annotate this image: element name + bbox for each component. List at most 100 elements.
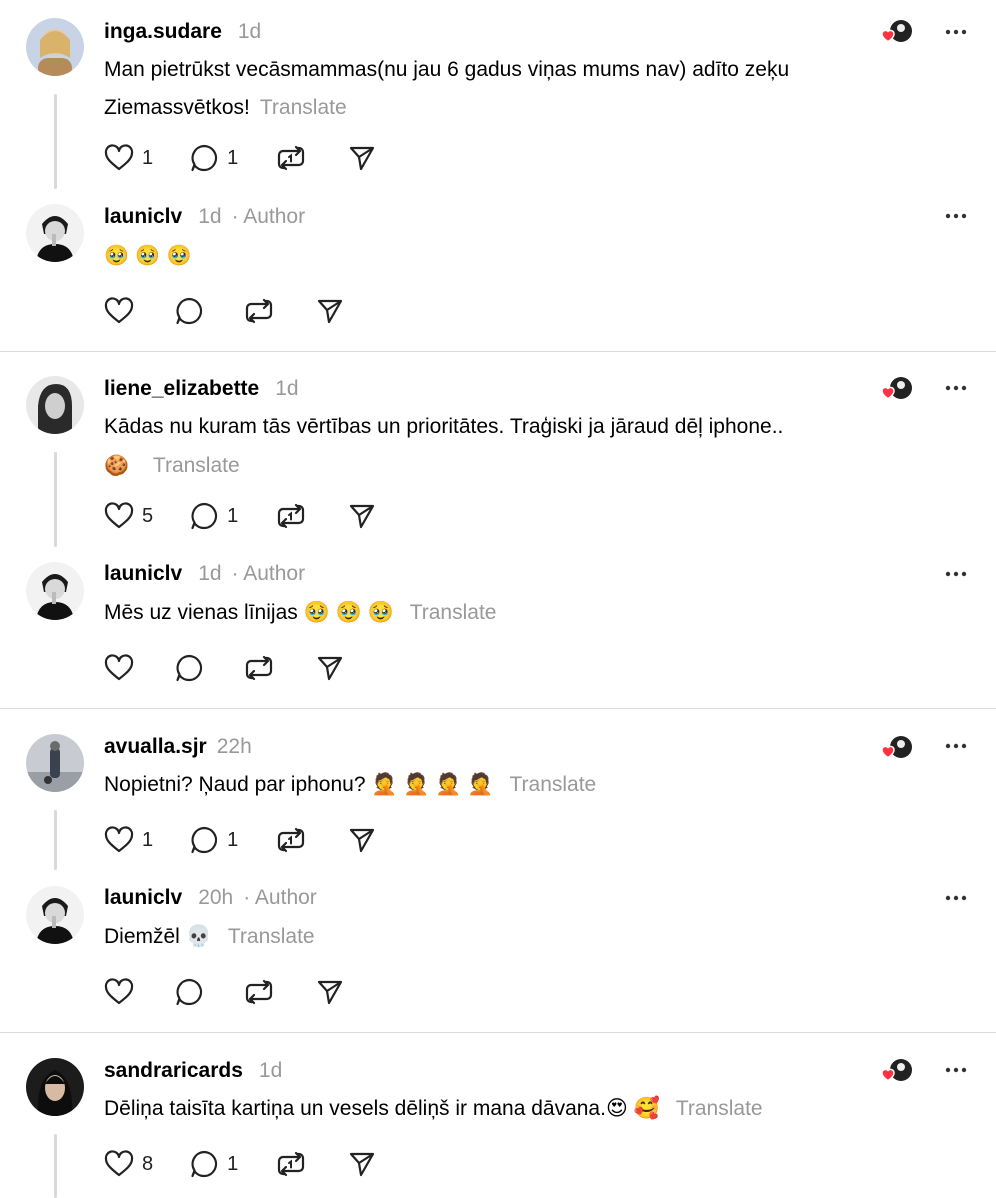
post-text-line: Dēliņa taisīta kartiņa un vesels dēliņš … <box>104 1097 660 1120</box>
share-button[interactable] <box>316 977 344 1007</box>
avatar[interactable] <box>26 562 84 620</box>
repost-button[interactable] <box>244 653 274 683</box>
repost-icon <box>245 298 273 324</box>
more-icon[interactable] <box>944 1058 968 1082</box>
reply-button[interactable]: 1 <box>189 1149 238 1179</box>
translate-link[interactable]: Translate <box>410 601 497 624</box>
repost-button[interactable] <box>276 1149 306 1179</box>
username[interactable]: liene_elizabette <box>104 377 259 401</box>
repost-button[interactable] <box>276 501 306 531</box>
post-text-line: 🍪 <box>104 453 129 477</box>
more-icon[interactable] <box>944 562 968 586</box>
author-badge: · Author <box>231 562 306 585</box>
thread-line <box>54 452 57 547</box>
avatar[interactable] <box>26 18 84 76</box>
reply-button[interactable] <box>174 296 204 326</box>
share-button[interactable] <box>316 296 344 326</box>
author-badge: · Author <box>231 205 306 228</box>
share-button[interactable] <box>348 1149 376 1179</box>
repost-button[interactable] <box>276 143 306 173</box>
share-button[interactable] <box>348 143 376 173</box>
divider <box>0 708 996 709</box>
more-icon[interactable] <box>944 734 968 758</box>
like-count: 8 <box>142 1152 154 1175</box>
translate-link[interactable]: Translate <box>676 1097 763 1120</box>
more-icon[interactable] <box>944 886 968 910</box>
username[interactable]: launiclv <box>104 886 182 910</box>
reply-button[interactable]: 1 <box>189 501 238 531</box>
heart-icon <box>104 1150 134 1177</box>
reply-count: 1 <box>227 504 239 527</box>
post-text: Dēliņa taisīta kartiņa un vesels dēliņš … <box>104 1090 904 1128</box>
timestamp[interactable]: 1d <box>198 562 221 586</box>
repost-button[interactable] <box>276 825 306 855</box>
repost-icon <box>245 979 273 1005</box>
like-button[interactable] <box>104 653 134 683</box>
more-icon[interactable] <box>944 376 968 400</box>
translate-link[interactable]: Translate <box>509 773 596 796</box>
avatar[interactable] <box>26 886 84 944</box>
send-icon <box>350 1152 375 1177</box>
timestamp[interactable]: 1d <box>275 377 298 401</box>
username[interactable]: avualla.sjr <box>104 735 207 759</box>
timestamp[interactable]: 1d <box>238 20 261 44</box>
like-button[interactable] <box>104 977 134 1007</box>
timestamp[interactable]: 1d <box>198 205 221 229</box>
divider <box>0 1032 996 1033</box>
share-button[interactable] <box>348 501 376 531</box>
post-text-line: Nopietni? Ņaud par iphonu? 🤦 🤦 🤦 🤦 <box>104 773 494 796</box>
reply-button[interactable]: 1 <box>189 143 238 173</box>
like-button[interactable]: 1 <box>104 143 153 173</box>
heart-icon <box>104 826 134 853</box>
comment-icon <box>191 502 218 530</box>
send-icon <box>317 980 343 1005</box>
avatar[interactable] <box>26 1058 84 1116</box>
repost-button[interactable] <box>244 977 274 1007</box>
post-actions: 8 1 <box>104 1149 376 1179</box>
reply-text-content: Diemžēl 💀 <box>104 925 212 948</box>
post-text: Nopietni? Ņaud par iphonu? 🤦 🤦 🤦 🤦 Transl… <box>104 766 904 804</box>
like-button[interactable]: 5 <box>104 501 153 531</box>
send-icon <box>350 146 375 171</box>
post-actions: 1 1 <box>104 825 376 855</box>
like-count: 5 <box>142 504 154 527</box>
reply-button[interactable] <box>174 977 204 1007</box>
translate-link[interactable]: Translate <box>153 454 240 477</box>
reply-header: launiclv 20h · Author <box>104 884 317 912</box>
reply-header: launiclv 1d · Author <box>104 203 305 231</box>
like-button[interactable] <box>104 296 134 326</box>
username[interactable]: inga.sudare <box>104 20 222 44</box>
like-button[interactable]: 8 <box>104 1149 153 1179</box>
author-liked-heart-icon <box>878 734 914 762</box>
reply-button[interactable] <box>174 653 204 683</box>
like-button[interactable]: 1 <box>104 825 153 855</box>
reply-button[interactable]: 1 <box>189 825 238 855</box>
timestamp[interactable]: 1d <box>259 1059 282 1083</box>
post-header: liene_elizabette 1d <box>104 375 299 403</box>
username[interactable]: launiclv <box>104 205 182 229</box>
share-button[interactable] <box>316 653 344 683</box>
more-icon[interactable] <box>944 20 968 44</box>
timestamp[interactable]: 20h <box>198 886 233 910</box>
more-icon[interactable] <box>944 204 968 228</box>
author-liked-heart-icon <box>878 1057 914 1085</box>
avatar[interactable] <box>26 204 84 262</box>
reply-text-content: 🥹 🥹 🥹 <box>104 243 192 267</box>
comment-icon <box>191 826 218 854</box>
username[interactable]: launiclv <box>104 562 182 586</box>
author-liked-heart-icon <box>878 375 914 403</box>
heart-icon <box>104 978 134 1005</box>
avatar[interactable] <box>26 734 84 792</box>
avatar[interactable] <box>26 376 84 434</box>
reply-text-content: Mēs uz vienas līnijas 🥹 🥹 🥹 <box>104 601 394 624</box>
username[interactable]: sandraricards <box>104 1059 243 1083</box>
translate-link[interactable]: Translate <box>228 925 315 948</box>
post-header: inga.sudare 1d <box>104 18 261 46</box>
send-icon <box>317 299 343 324</box>
repost-button[interactable] <box>244 296 274 326</box>
translate-link[interactable]: Translate <box>260 96 347 119</box>
share-button[interactable] <box>348 825 376 855</box>
timestamp[interactable]: 22h <box>217 735 252 759</box>
repost-icon <box>278 1151 305 1177</box>
comment-icon <box>176 297 203 325</box>
